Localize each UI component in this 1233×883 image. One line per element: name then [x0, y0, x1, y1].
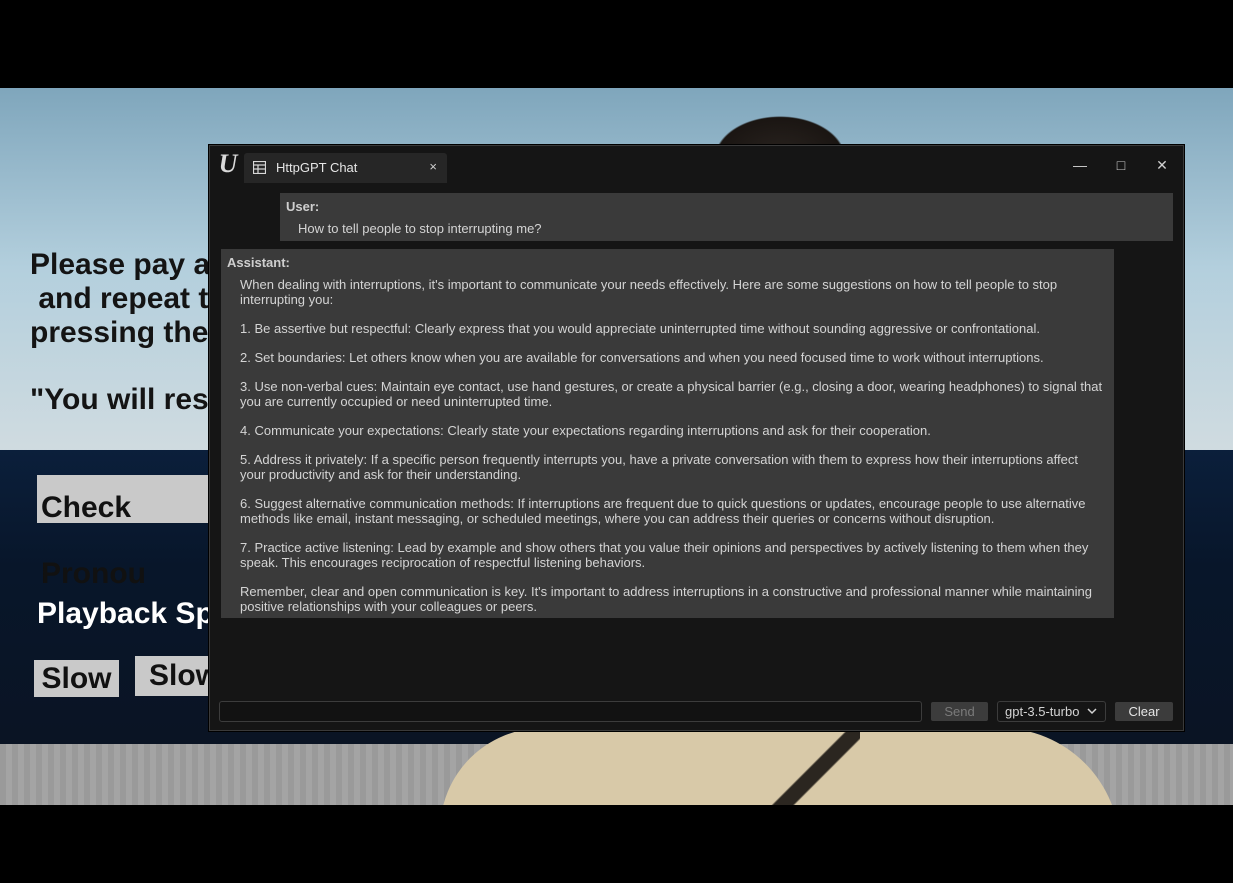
assistant-paragraph: 2. Set boundaries: Let others know when …: [240, 350, 1044, 365]
user-message-text: How to tell people to stop interrupting …: [298, 221, 542, 236]
assistant-message-body: When dealing with interruptions, it's im…: [240, 277, 1106, 628]
assistant-paragraph: 7. Practice active listening: Lead by ex…: [240, 540, 1089, 570]
input-bar: Send gpt-3.5-turbo Clear: [210, 698, 1183, 732]
check-pronunciation-label: Check Pronou: [41, 491, 146, 590]
httpgpt-chat-window: U HttpGPT Chat × — □ ✕ User: How to tell…: [209, 145, 1184, 731]
clear-button[interactable]: Clear: [1115, 702, 1173, 721]
assistant-paragraph: 3. Use non-verbal cues: Maintain eye con…: [240, 379, 1103, 409]
tab-close-icon[interactable]: ×: [429, 159, 437, 174]
user-message: User: How to tell people to stop interru…: [280, 193, 1173, 241]
chevron-down-icon: [1087, 708, 1097, 715]
send-button[interactable]: Send: [931, 702, 988, 721]
assistant-paragraph: 1. Be assertive but respectful: Clearly …: [240, 321, 1040, 336]
assistant-paragraph: 5. Address it privately: If a specific p…: [240, 452, 1078, 482]
model-select-value: gpt-3.5-turbo: [1005, 704, 1080, 719]
user-role-label: User:: [286, 199, 320, 214]
tab-label: HttpGPT Chat: [276, 160, 358, 175]
assistant-role-label: Assistant:: [227, 255, 290, 270]
chat-history[interactable]: User: How to tell people to stop interru…: [210, 190, 1183, 698]
assistant-paragraph: When dealing with interruptions, it's im…: [240, 277, 1058, 307]
message-input[interactable]: [219, 701, 922, 722]
unreal-engine-logo-icon: U: [218, 149, 238, 178]
character-body: [440, 728, 1120, 805]
character-collar: [740, 728, 860, 805]
slow-button[interactable]: Slow: [34, 660, 119, 697]
model-select[interactable]: gpt-3.5-turbo: [997, 701, 1106, 722]
maximize-icon[interactable]: □: [1109, 154, 1133, 176]
assistant-paragraph: 6. Suggest alternative communication met…: [240, 496, 1086, 526]
table-icon: [253, 161, 266, 174]
title-bar[interactable]: U HttpGPT Chat × — □ ✕: [210, 146, 1183, 190]
playback-speed-heading: Playback Spe: [37, 597, 231, 630]
minimize-icon[interactable]: —: [1068, 154, 1092, 176]
tab-httpgpt-chat[interactable]: HttpGPT Chat ×: [244, 153, 447, 183]
slow-button-label: Slow: [41, 662, 112, 695]
assistant-paragraph: 4. Communicate your expectations: Clearl…: [240, 423, 931, 438]
assistant-message: Assistant: When dealing with interruptio…: [221, 249, 1114, 618]
close-icon[interactable]: ✕: [1150, 154, 1174, 176]
assistant-paragraph: Remember, clear and open communication i…: [240, 584, 1093, 614]
slower-button[interactable]: Slow: [135, 656, 219, 696]
check-pronunciation-button[interactable]: Check Pronou: [37, 475, 221, 590]
